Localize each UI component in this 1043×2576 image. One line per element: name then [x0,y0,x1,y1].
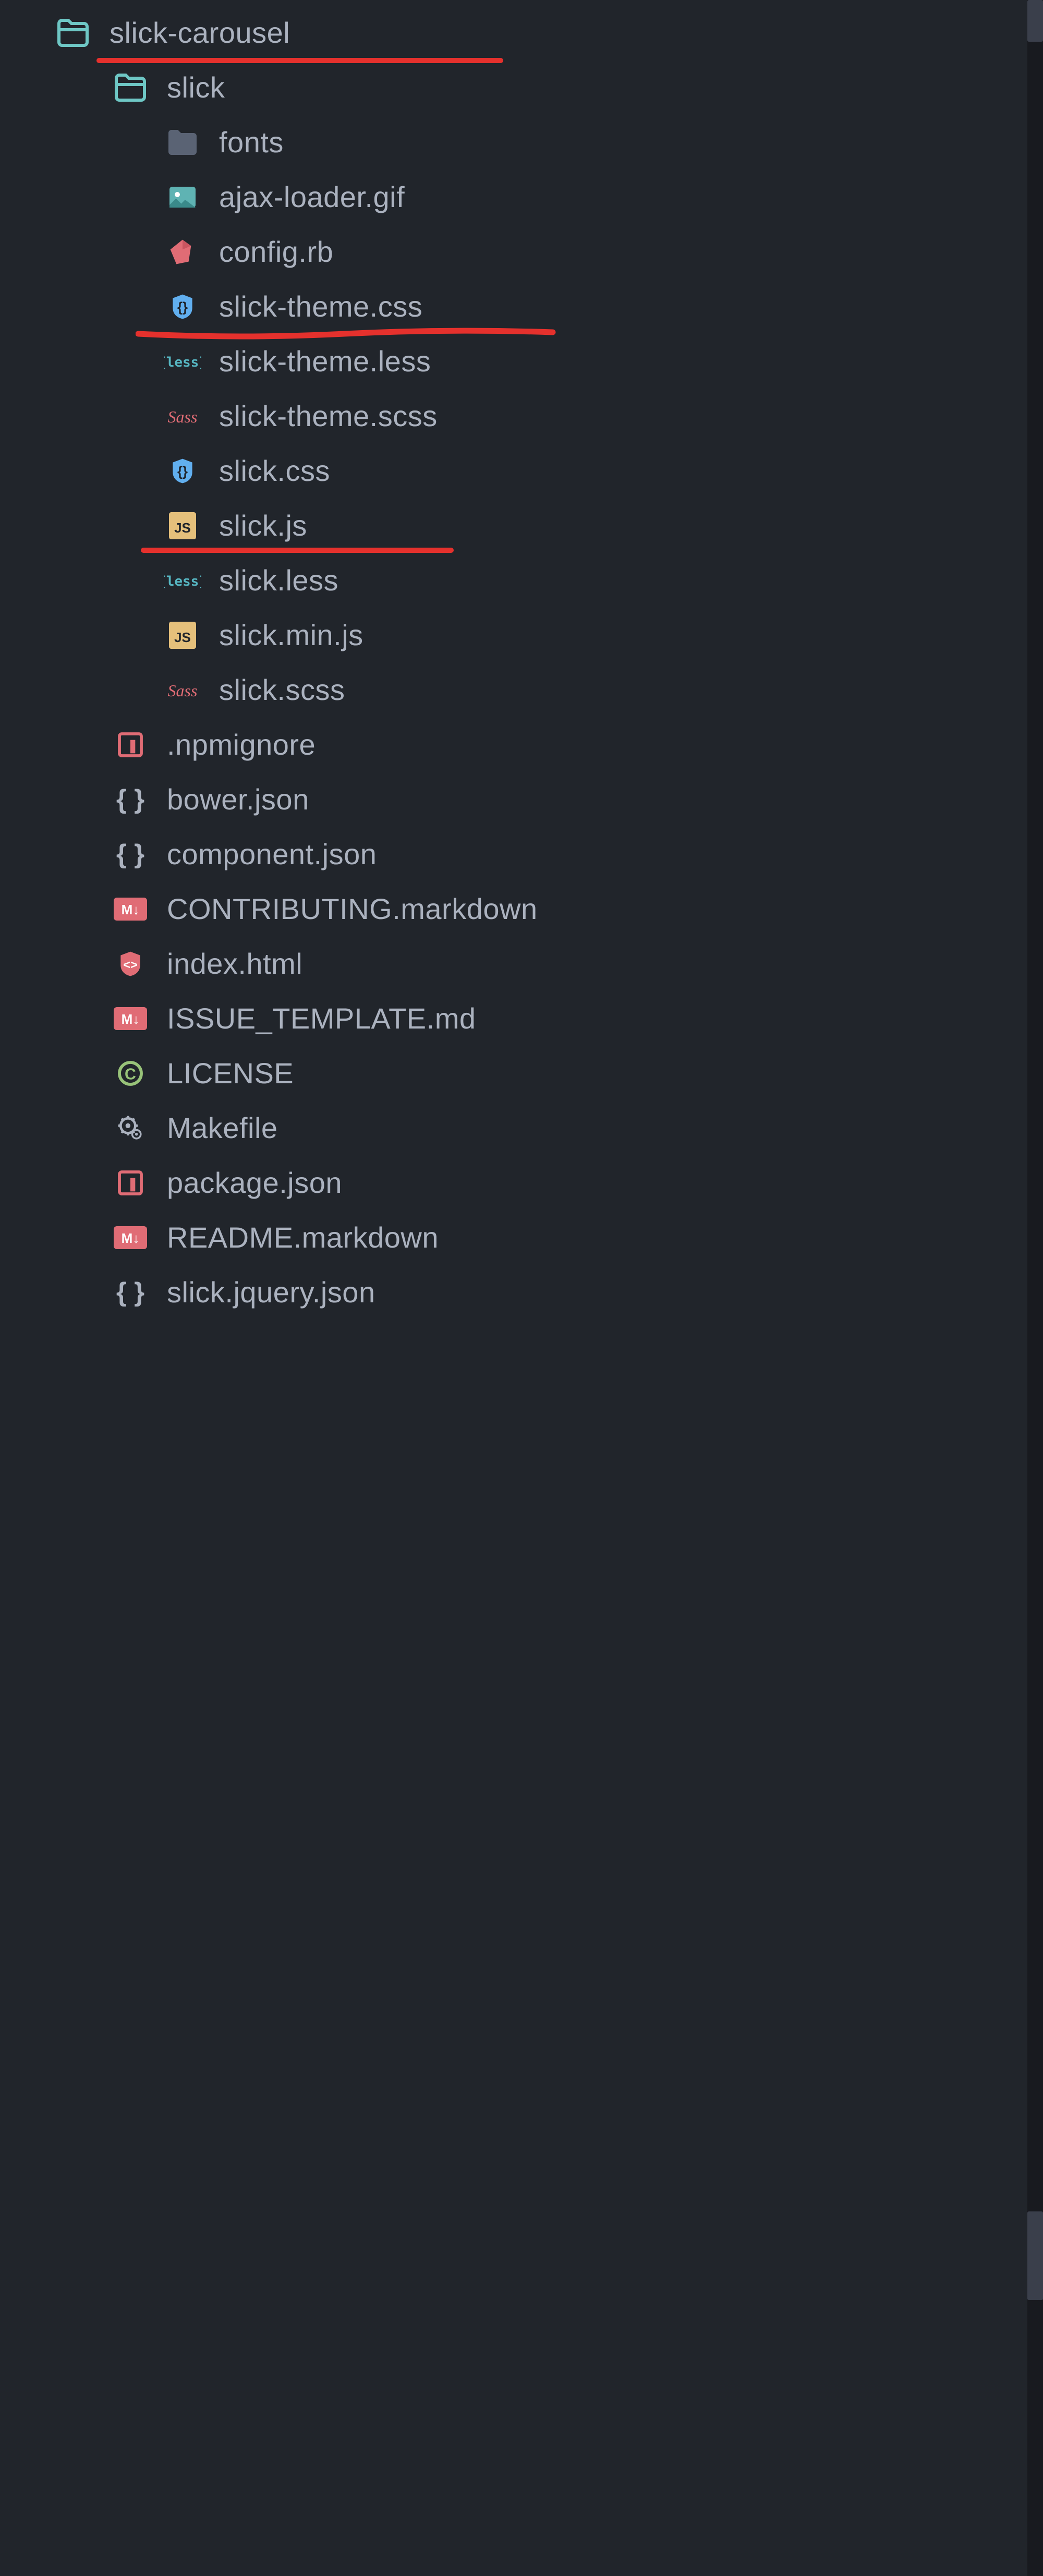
file-slick-theme-scss[interactable]: Sass slick-theme.scss [0,389,1043,443]
svg-text:M↓: M↓ [122,902,140,917]
folder-slick-carousel[interactable]: slick-carousel [0,5,1043,60]
svg-text:JS: JS [174,520,191,536]
file-makefile[interactable]: Makefile [0,1100,1043,1155]
json-icon: { } [110,779,151,820]
svg-text:JS: JS [174,630,191,645]
svg-text:M↓: M↓ [122,1011,140,1027]
scss-icon: Sass [162,395,203,437]
license-icon: C [110,1053,151,1094]
file-slick-less[interactable]: {less} slick.less [0,553,1043,608]
file-slick-min-js[interactable]: JS slick.min.js [0,608,1043,662]
svg-text:{less}: {less} [164,355,201,370]
ruby-icon [162,231,203,273]
file-label: slick.less [219,563,338,597]
svg-text:{less}: {less} [164,574,201,589]
file-package-json[interactable]: package.json [0,1155,1043,1210]
svg-text:{ }: { } [116,1278,144,1307]
file-label: bower.json [167,782,309,816]
js-icon: JS [162,614,203,656]
svg-text:M↓: M↓ [122,1230,140,1246]
less-icon: {less} [162,560,203,601]
file-label: Makefile [167,1111,278,1145]
svg-text:Sass: Sass [168,681,198,700]
file-license[interactable]: C LICENSE [0,1046,1043,1100]
folder-slick[interactable]: slick [0,60,1043,115]
file-label: slick.jquery.json [167,1275,375,1309]
folder-open-icon [52,12,94,54]
file-slick-js[interactable]: JS slick.js [0,498,1043,553]
file-slick-theme-css[interactable]: {} slick-theme.css [0,279,1043,334]
file-label: ISSUE_TEMPLATE.md [167,1001,476,1035]
svg-text:{}: {} [177,300,188,315]
file-bower-json[interactable]: { } bower.json [0,772,1043,827]
folder-fonts[interactable]: fonts [0,115,1043,170]
svg-text:{ }: { } [116,785,144,814]
file-label: config.rb [219,235,333,269]
file-config-rb[interactable]: config.rb [0,224,1043,279]
file-npmignore[interactable]: .npmignore [0,717,1043,772]
file-label: slick.css [219,454,330,488]
scrollbar-track[interactable] [1027,0,1043,2576]
file-label: CONTRIBUTING.markdown [167,892,538,926]
file-label: slick.scss [219,673,345,707]
file-label: slick-theme.css [219,289,422,323]
json-icon: { } [110,833,151,875]
file-label: .npmignore [167,728,316,761]
file-component-json[interactable]: { } component.json [0,827,1043,881]
file-label: ajax-loader.gif [219,180,405,214]
json-icon: { } [110,1272,151,1313]
css-icon: {} [162,450,203,492]
markdown-icon: M↓ [110,888,151,930]
file-slick-jquery-json[interactable]: { } slick.jquery.json [0,1265,1043,1320]
file-label: index.html [167,947,302,981]
markdown-icon: M↓ [110,1217,151,1259]
file-label: slick.min.js [219,618,363,652]
folder-label: fonts [219,125,284,159]
file-label: README.markdown [167,1220,439,1254]
file-contributing-markdown[interactable]: M↓ CONTRIBUTING.markdown [0,881,1043,936]
file-label: slick.js [219,509,307,542]
file-issue-template-md[interactable]: M↓ ISSUE_TEMPLATE.md [0,991,1043,1046]
file-label: package.json [167,1166,342,1200]
scrollbar-thumb[interactable] [1027,2211,1043,2300]
folder-closed-icon [162,122,203,163]
svg-text:<>: <> [123,958,137,971]
npm-icon [110,724,151,766]
image-icon [162,176,203,218]
svg-text:C: C [125,1066,136,1083]
file-label: slick-theme.less [219,344,431,378]
css-icon: {} [162,286,203,328]
makefile-icon [110,1107,151,1149]
file-slick-theme-less[interactable]: {less} slick-theme.less [0,334,1043,389]
file-label: LICENSE [167,1056,294,1090]
html-icon: <> [110,943,151,985]
file-slick-css[interactable]: {} slick.css [0,443,1043,498]
svg-text:{ }: { } [116,840,144,868]
file-readme-markdown[interactable]: M↓ README.markdown [0,1210,1043,1265]
folder-open-icon [110,67,151,108]
folder-label: slick [167,70,225,104]
folder-label: slick-carousel [110,16,290,50]
js-icon: JS [162,505,203,547]
svg-text:{}: {} [177,464,188,479]
file-label: slick-theme.scss [219,399,438,433]
scss-icon: Sass [162,669,203,711]
scrollbar-thumb[interactable] [1027,0,1043,42]
file-ajax-loader-gif[interactable]: ajax-loader.gif [0,170,1043,224]
npm-icon [110,1162,151,1204]
less-icon: {less} [162,341,203,382]
markdown-icon: M↓ [110,998,151,1039]
file-tree: slick-carousel slick fonts ajax-loader.g… [0,5,1043,1320]
svg-text:Sass: Sass [168,407,198,426]
file-slick-scss[interactable]: Sass slick.scss [0,662,1043,717]
file-index-html[interactable]: <> index.html [0,936,1043,991]
file-label: component.json [167,837,377,871]
